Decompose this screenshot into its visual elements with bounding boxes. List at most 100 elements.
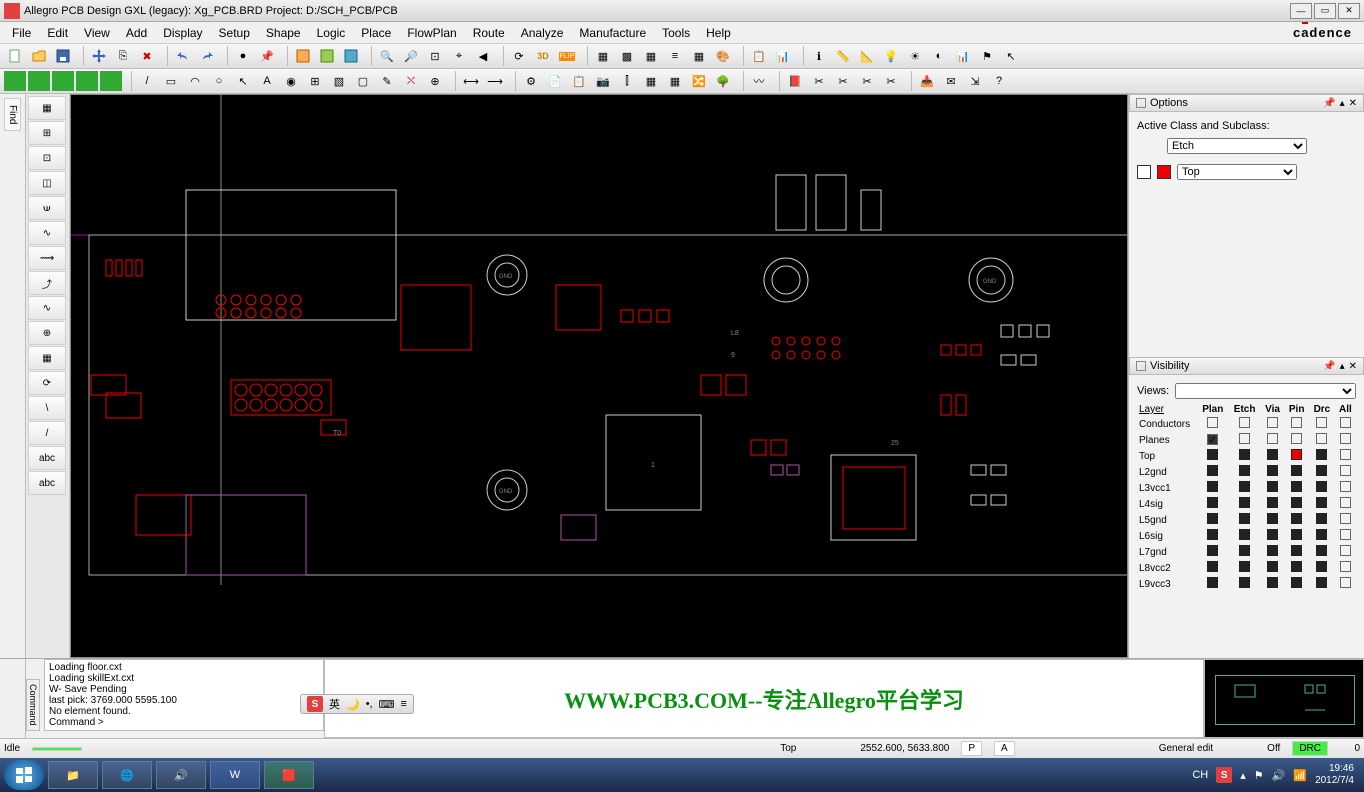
task-word[interactable]: W xyxy=(210,761,260,789)
dock-up-icon[interactable]: ▴ xyxy=(1340,361,1345,372)
3d-icon[interactable]: 3D xyxy=(532,46,554,66)
camera-icon[interactable]: 📷 xyxy=(592,71,614,91)
tech-icon[interactable]: 📋 xyxy=(568,71,590,91)
ruler-icon[interactable]: 📏 xyxy=(832,46,854,66)
select-icon[interactable]: ↖ xyxy=(232,71,254,91)
edit-icon[interactable]: ✎ xyxy=(376,71,398,91)
design-canvas[interactable]: GND GND GND 1 xyxy=(70,94,1128,658)
copy-icon[interactable]: ⎘ xyxy=(112,46,134,66)
ime-punct-icon[interactable]: •, xyxy=(366,698,373,710)
side-tool-5[interactable]: ⟒ xyxy=(28,196,66,220)
pin-icon[interactable]: 📌 xyxy=(1323,98,1335,109)
res-icon[interactable]: ⫿ xyxy=(616,71,638,91)
subclass-dropdown[interactable]: Top xyxy=(1177,164,1297,180)
panel-close-icon[interactable]: ✕ xyxy=(1349,98,1357,109)
move-icon[interactable] xyxy=(88,46,110,66)
shape-icon[interactable]: ▧ xyxy=(328,71,350,91)
bars-icon[interactable]: 📊 xyxy=(952,46,974,66)
col-via[interactable]: Via xyxy=(1261,403,1285,416)
grid-c-icon[interactable] xyxy=(340,46,362,66)
side-tool-9[interactable]: ∿ xyxy=(28,296,66,320)
export-icon[interactable]: ⇲ xyxy=(964,71,986,91)
close-button[interactable]: ✕ xyxy=(1338,3,1360,19)
visibility-panel-header[interactable]: Visibility 📌▴✕ xyxy=(1129,357,1364,375)
module-icon[interactable]: ▦ xyxy=(664,71,686,91)
break-icon[interactable]: ⛌ xyxy=(400,71,422,91)
menu-display[interactable]: Display xyxy=(155,24,210,42)
undo-icon[interactable] xyxy=(172,46,194,66)
side-tool-15[interactable]: abc xyxy=(28,446,66,470)
col-etch[interactable]: Etch xyxy=(1229,403,1261,416)
zoom-out-icon[interactable]: 🔎 xyxy=(400,46,422,66)
tray-sogou-icon[interactable]: S xyxy=(1216,767,1232,783)
menu-help[interactable]: Help xyxy=(698,24,739,42)
visibility-toggle[interactable] xyxy=(1137,165,1151,179)
zoom-prev-icon[interactable]: ◀ xyxy=(472,46,494,66)
chip-icon[interactable]: ▦ xyxy=(640,71,662,91)
ime-keyboard-icon[interactable]: ⌨ xyxy=(379,698,395,711)
colors-icon[interactable]: 🎨 xyxy=(712,46,734,66)
side-tool-12[interactable]: ⟳ xyxy=(28,371,66,395)
via-icon[interactable]: ◉ xyxy=(280,71,302,91)
help-icon[interactable]: ? xyxy=(988,71,1010,91)
ime-toolbar[interactable]: S 英 🌙 •, ⌨ ≡ xyxy=(300,694,414,714)
task-media[interactable]: 🔊 xyxy=(156,761,206,789)
side-tool-1[interactable]: ▦ xyxy=(28,96,66,120)
status-drc[interactable]: DRC xyxy=(1292,741,1328,756)
cursor-icon[interactable]: ↖ xyxy=(1000,46,1022,66)
grid-a-icon[interactable] xyxy=(292,46,314,66)
tray-network-icon[interactable]: 📶 xyxy=(1293,769,1307,782)
mail-icon[interactable]: ✉ xyxy=(940,71,962,91)
open-icon[interactable] xyxy=(28,46,50,66)
swap-icon[interactable]: 🔀 xyxy=(688,71,710,91)
tray-volume-icon[interactable]: 🔊 xyxy=(1272,769,1286,782)
col-all[interactable]: All xyxy=(1335,403,1356,416)
status-p[interactable]: P xyxy=(961,741,982,756)
panel-close-icon[interactable]: ✕ xyxy=(1349,361,1357,372)
side-tool-10[interactable]: ⊕ xyxy=(28,321,66,345)
arc-icon[interactable]: ◠ xyxy=(184,71,206,91)
side-tool-4[interactable]: ◫ xyxy=(28,171,66,195)
grid-icon[interactable]: ▦ xyxy=(592,46,614,66)
menu-analyze[interactable]: Analyze xyxy=(513,24,572,42)
flip-icon[interactable]: FLIP xyxy=(556,46,578,66)
circle-icon[interactable]: ○ xyxy=(208,71,230,91)
pad-icon[interactable]: ⊞ xyxy=(304,71,326,91)
flag-icon[interactable]: ⚑ xyxy=(976,46,998,66)
refresh-icon[interactable]: ⟳ xyxy=(508,46,530,66)
measure-icon[interactable]: 📐 xyxy=(856,46,878,66)
cut1-icon[interactable]: ✂ xyxy=(808,71,830,91)
pin-icon[interactable]: 📌 xyxy=(256,46,278,66)
text-icon[interactable]: A xyxy=(256,71,278,91)
zoom-window-icon[interactable]: ⌖ xyxy=(448,46,470,66)
highlight-icon[interactable]: 💡 xyxy=(880,46,902,66)
ime-sogou-icon[interactable]: S xyxy=(307,696,323,712)
menu-logic[interactable]: Logic xyxy=(309,24,354,42)
save-icon[interactable] xyxy=(52,46,74,66)
green-3-icon[interactable] xyxy=(52,71,74,91)
green-1-icon[interactable] xyxy=(4,71,26,91)
col-drc[interactable]: Drc xyxy=(1309,403,1335,416)
menu-add[interactable]: Add xyxy=(118,24,155,42)
void-icon[interactable]: ▢ xyxy=(352,71,374,91)
zoom-in-icon[interactable]: 🔍 xyxy=(376,46,398,66)
status-a[interactable]: A xyxy=(994,741,1015,756)
dim-icon[interactable]: ◐ xyxy=(928,46,950,66)
ime-lang[interactable]: 英 xyxy=(329,696,340,712)
tray-ch[interactable]: CH xyxy=(1192,769,1208,781)
sun-icon[interactable]: ☀ xyxy=(904,46,926,66)
command-log[interactable]: Loading floor.cxt Loading skillExt.cxt W… xyxy=(44,659,324,731)
side-tool-16[interactable]: abc xyxy=(28,471,66,495)
task-browser[interactable]: 🌐 xyxy=(102,761,152,789)
command-tab[interactable]: Command xyxy=(26,679,40,731)
zoom-fit-icon[interactable]: ⊡ xyxy=(424,46,446,66)
views-dropdown[interactable] xyxy=(1175,383,1356,399)
layers-icon[interactable]: ≡ xyxy=(664,46,686,66)
dim-h-icon[interactable]: ⟷ xyxy=(460,71,482,91)
maximize-button[interactable]: ▭ xyxy=(1314,3,1336,19)
cut3-icon[interactable]: ✂ xyxy=(856,71,878,91)
menu-place[interactable]: Place xyxy=(353,24,399,42)
task-explorer[interactable]: 📁 xyxy=(48,761,98,789)
start-button[interactable] xyxy=(4,760,44,790)
dock-up-icon[interactable]: ▴ xyxy=(1340,98,1345,109)
